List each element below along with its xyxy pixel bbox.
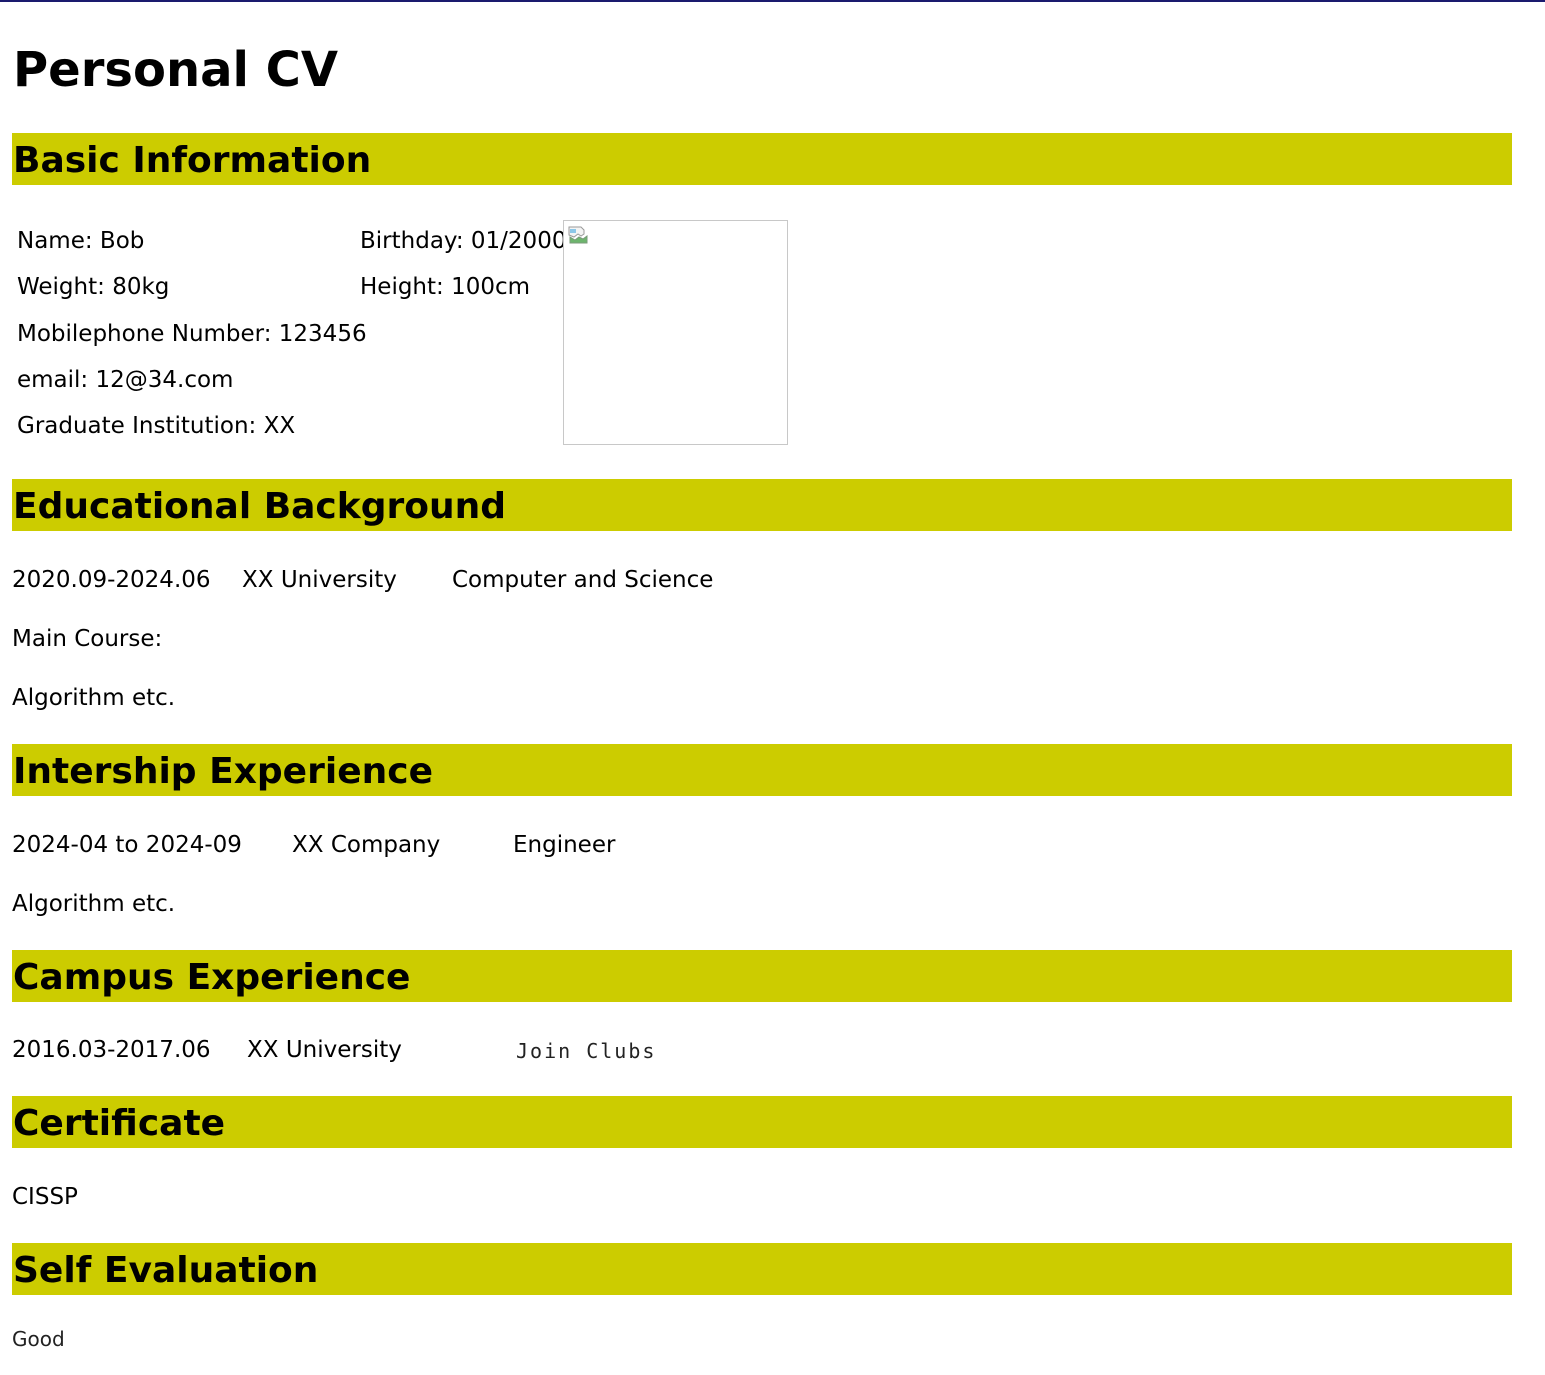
height-field: Height: 100cm: [360, 274, 531, 300]
section-title-education: Educational Background: [13, 486, 506, 527]
section-title-campus: Campus Experience: [13, 957, 411, 998]
section-title-certificate: Certificate: [13, 1103, 226, 1144]
birthday-field: Birthday: 01/2000: [360, 228, 567, 254]
internship-description: Algorithm etc.: [12, 891, 176, 917]
course-label: Main Course:: [12, 626, 163, 652]
section-header-education: Educational Background: [12, 479, 1512, 531]
section-title-self-evaluation: Self Evaluation: [13, 1250, 319, 1291]
section-header-certificate: Certificate: [12, 1096, 1512, 1148]
section-header-basic: Basic Information: [12, 133, 1512, 185]
internship-role: Engineer: [513, 832, 616, 858]
name-field: Name: Bob: [17, 228, 145, 254]
broken-image-icon: [568, 226, 588, 244]
internship-period: 2024-04 to 2024-09: [12, 832, 242, 858]
self-evaluation-text: Good: [12, 1327, 65, 1351]
campus-period: 2016.03-2017.06: [12, 1037, 211, 1063]
weight-field: Weight: 80kg: [17, 274, 170, 300]
internship-company: XX Company: [292, 832, 441, 858]
top-divider: [0, 0, 1545, 2]
section-header-internship: Intership Experience: [12, 744, 1512, 796]
campus-school: XX University: [247, 1037, 402, 1063]
education-major: Computer and Science: [452, 567, 714, 593]
section-title-basic: Basic Information: [13, 140, 372, 181]
education-period: 2020.09-2024.06: [12, 567, 211, 593]
institution-field: Graduate Institution: XX: [17, 413, 296, 439]
section-title-internship: Intership Experience: [13, 751, 433, 792]
profile-photo: [563, 220, 788, 445]
campus-activity: Join Clubs: [516, 1039, 657, 1063]
certificate-item: CISSP: [12, 1184, 78, 1210]
section-header-campus: Campus Experience: [12, 950, 1512, 1002]
course-text: Algorithm etc.: [12, 685, 176, 711]
education-school: XX University: [242, 567, 397, 593]
page-title: Personal CV: [13, 42, 339, 98]
section-header-self-evaluation: Self Evaluation: [12, 1243, 1512, 1295]
email-field: email: 12@34.com: [17, 367, 234, 393]
mobile-field: Mobilephone Number: 123456: [17, 321, 367, 347]
